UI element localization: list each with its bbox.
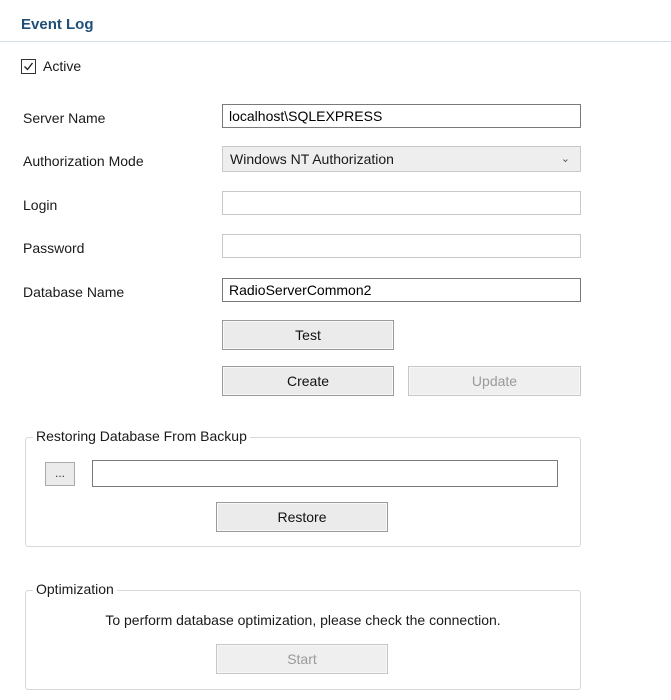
active-checkbox[interactable] bbox=[21, 59, 36, 74]
start-button[interactable]: Start bbox=[216, 644, 388, 674]
optimization-message: To perform database optimization, please… bbox=[105, 612, 501, 628]
login-label: Login bbox=[23, 197, 58, 213]
optimization-group-title: Optimization bbox=[33, 581, 117, 597]
create-button[interactable]: Create bbox=[222, 366, 394, 396]
server-name-label: Server Name bbox=[23, 110, 106, 126]
chevron-down-icon: ⌄ bbox=[560, 153, 570, 165]
auth-mode-label: Authorization Mode bbox=[23, 153, 144, 169]
section-title: Event Log bbox=[21, 16, 94, 33]
header-divider bbox=[0, 41, 671, 42]
backup-path-input[interactable] bbox=[92, 460, 558, 487]
browse-button[interactable]: ... bbox=[45, 462, 75, 486]
restore-button[interactable]: Restore bbox=[216, 502, 388, 532]
login-input[interactable] bbox=[222, 191, 581, 215]
server-name-input[interactable]: localhost\SQLEXPRESS bbox=[222, 104, 581, 128]
optimization-groupbox bbox=[25, 590, 581, 690]
active-label: Active bbox=[43, 58, 82, 74]
database-name-input[interactable]: RadioServerCommon2 bbox=[222, 278, 581, 302]
update-button[interactable]: Update bbox=[408, 366, 581, 396]
restore-group-title: Restoring Database From Backup bbox=[33, 428, 250, 444]
auth-mode-value: Windows NT Authorization bbox=[230, 151, 394, 167]
auth-mode-select[interactable]: Windows NT Authorization ⌄ bbox=[222, 146, 581, 172]
test-button[interactable]: Test bbox=[222, 320, 394, 350]
password-label: Password bbox=[23, 240, 85, 256]
database-name-label: Database Name bbox=[23, 284, 125, 300]
password-input[interactable] bbox=[222, 234, 581, 258]
check-icon bbox=[24, 62, 34, 71]
